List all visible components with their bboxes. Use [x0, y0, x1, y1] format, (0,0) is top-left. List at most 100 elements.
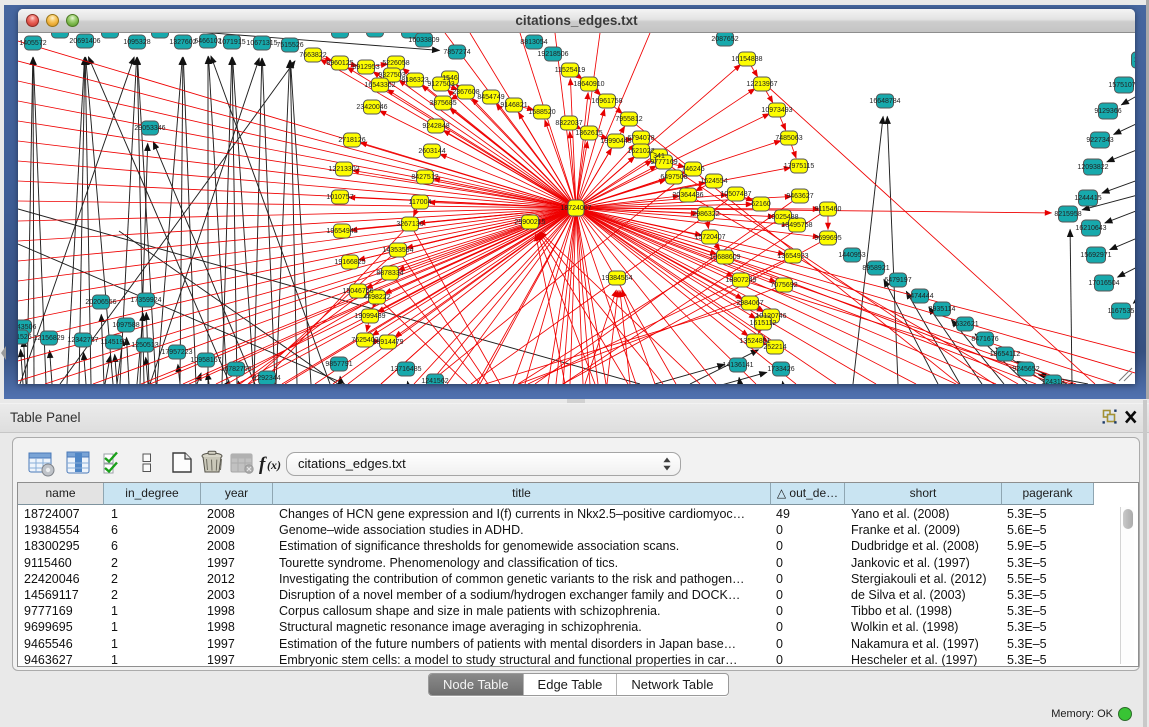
svg-text:2935114: 2935114: [929, 306, 956, 313]
svg-text:12213302: 12213302: [328, 166, 359, 173]
svg-text:252214: 252214: [763, 344, 786, 351]
svg-text:8813054: 8813054: [520, 39, 547, 46]
svg-text:7075692: 7075692: [770, 282, 797, 289]
svg-text:9146821: 9146821: [500, 102, 527, 109]
svg-text:1621022: 1621022: [627, 148, 654, 155]
svg-text:13495758: 13495758: [781, 222, 812, 229]
svg-text:1292344: 1292344: [253, 375, 280, 382]
svg-text:1440953: 1440953: [838, 252, 865, 259]
svg-text:9777169: 9777169: [650, 159, 677, 166]
svg-text:7632621: 7632621: [951, 321, 978, 328]
svg-text:1071915: 1071915: [218, 39, 245, 46]
svg-text:9857791: 9857791: [325, 361, 352, 368]
svg-text:f: f: [259, 454, 267, 475]
svg-text:13654923: 13654923: [777, 253, 808, 260]
svg-text:9115460: 9115460: [815, 206, 842, 213]
svg-text:20206556: 20206556: [85, 299, 116, 306]
svg-text:25900215: 25900215: [514, 219, 545, 226]
svg-text:746246: 746246: [681, 166, 704, 173]
svg-text:3875685: 3875685: [429, 100, 456, 107]
svg-text:8912953: 8912953: [352, 64, 379, 71]
svg-text:20691406: 20691406: [69, 38, 100, 45]
svg-text:19218506: 19218506: [537, 51, 568, 58]
svg-text:8186323: 8186323: [401, 77, 428, 84]
svg-text:9474444: 9474444: [906, 293, 933, 300]
svg-text:19099489: 19099489: [354, 313, 385, 320]
svg-text:8215958: 8215958: [1054, 211, 1081, 218]
svg-text:1244415: 1244415: [1074, 195, 1101, 202]
svg-text:16210643: 16210643: [1075, 225, 1106, 232]
svg-text:18724007: 18724007: [560, 205, 591, 212]
svg-text:62160: 62160: [751, 201, 771, 208]
svg-text:20364436: 20364436: [672, 192, 703, 199]
svg-text:7485063: 7485063: [775, 135, 802, 142]
svg-text:9129366: 9129366: [1094, 108, 1121, 115]
svg-text:7515526: 7515526: [276, 42, 303, 49]
svg-text:1145193: 1145193: [101, 339, 128, 346]
svg-text:11525419: 11525419: [555, 67, 586, 74]
svg-text:16782759: 16782759: [220, 366, 251, 373]
svg-text:391526: 391526: [18, 334, 32, 341]
svg-text:7955812: 7955812: [615, 116, 642, 123]
svg-text:8427512: 8427512: [411, 174, 438, 181]
svg-text:1241562: 1241562: [421, 378, 448, 384]
svg-text:1588520: 1588520: [528, 109, 555, 116]
svg-text:9127503: 9127503: [427, 81, 454, 88]
svg-text:8958921: 8958921: [862, 265, 889, 272]
svg-text:10671315: 10671315: [246, 40, 277, 47]
svg-text:(x): (x): [267, 458, 281, 472]
svg-text:9227343: 9227343: [1086, 137, 1113, 144]
svg-text:5226058: 5226058: [382, 60, 409, 67]
svg-text:8454749: 8454749: [477, 94, 504, 101]
svg-text:10654112: 10654112: [990, 351, 1021, 358]
svg-text:10958167: 10958167: [190, 357, 221, 364]
svg-text:7857274: 7857274: [443, 49, 470, 56]
svg-text:8471676: 8471676: [971, 336, 998, 343]
svg-text:9463627: 9463627: [786, 193, 813, 200]
svg-text:12156829: 12156829: [33, 335, 64, 342]
svg-text:9245652: 9245652: [1012, 366, 1039, 373]
svg-text:16033809: 16033809: [408, 37, 439, 44]
svg-text:16914479: 16914479: [372, 339, 403, 346]
svg-text:1167535: 1167535: [1108, 308, 1135, 315]
svg-text:1624554: 1624554: [700, 178, 727, 185]
svg-text:15751074: 15751074: [1108, 82, 1135, 89]
svg-text:9242848: 9242848: [422, 123, 449, 130]
svg-text:2718126: 2718126: [338, 137, 365, 144]
svg-text:10507487: 10507487: [720, 191, 751, 198]
svg-text:29053346: 29053346: [134, 125, 165, 132]
svg-text:17359924: 17359924: [130, 297, 161, 304]
svg-text:17957223: 17957223: [161, 349, 192, 356]
svg-text:18807249: 18807249: [725, 277, 756, 284]
svg-text:8960125: 8960125: [326, 60, 353, 67]
svg-text:2984067: 2984067: [736, 300, 763, 307]
svg-text:124312: 124312: [1041, 379, 1064, 384]
svg-text:9699695: 9699695: [814, 235, 841, 242]
svg-text:4498222: 4498222: [363, 294, 390, 301]
svg-text:14353594: 14353594: [382, 247, 413, 254]
svg-text:2087652: 2087652: [711, 36, 738, 43]
svg-text:17975115: 17975115: [784, 163, 815, 170]
svg-text:12213967: 12213967: [746, 81, 777, 88]
svg-text:10025488: 10025488: [767, 214, 798, 221]
svg-text:10120746: 10120746: [755, 313, 786, 320]
svg-text:8322037: 8322037: [555, 120, 582, 127]
svg-text:1327602: 1327602: [169, 39, 196, 46]
svg-text:12093822: 12093822: [1077, 164, 1108, 171]
svg-text:10688609: 10688609: [709, 254, 740, 261]
svg-text:1405572: 1405572: [19, 40, 46, 47]
svg-text:13716485: 13716485: [390, 366, 421, 373]
svg-text:14136141: 14136141: [722, 362, 753, 369]
svg-text:1117: 1117: [1134, 57, 1135, 64]
svg-text:6479197: 6479197: [884, 277, 911, 284]
svg-text:6497508: 6497508: [660, 174, 687, 181]
svg-text:17016504: 17016504: [1088, 280, 1119, 287]
svg-text:1143506: 1143506: [18, 324, 36, 331]
svg-text:2367608: 2367608: [452, 89, 479, 96]
svg-text:16648784: 16648784: [869, 98, 900, 105]
svg-text:1733426: 1733426: [767, 366, 794, 373]
svg-text:8878334: 8878334: [376, 270, 403, 277]
svg-text:16961758: 16961758: [591, 98, 622, 105]
svg-text:2603144: 2603144: [418, 148, 445, 155]
svg-text:1615112: 1615112: [750, 320, 777, 327]
